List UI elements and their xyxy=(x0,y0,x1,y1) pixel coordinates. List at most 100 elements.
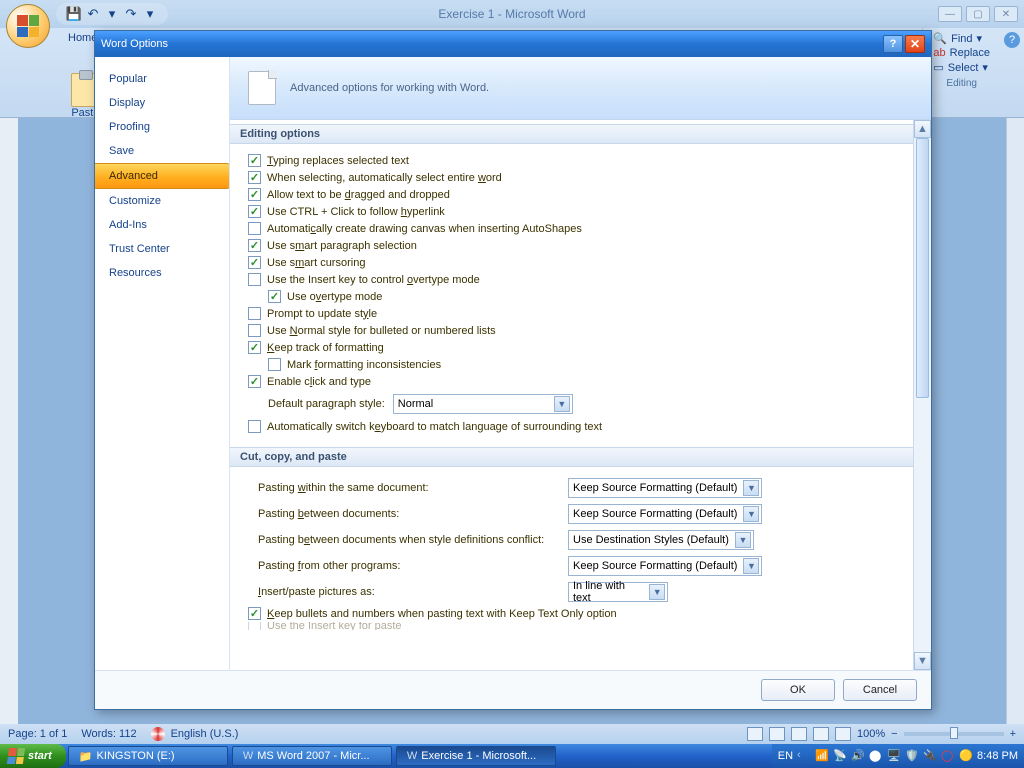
status-page[interactable]: Page: 1 of 1 xyxy=(8,728,67,740)
tray-antivirus-icon[interactable]: ◯ xyxy=(941,749,955,763)
chevron-down-icon: ▼ xyxy=(735,532,751,548)
chk-mark-format[interactable] xyxy=(268,358,281,371)
chk-insert-overtype[interactable] xyxy=(248,273,261,286)
view-web-layout[interactable] xyxy=(791,727,807,741)
chk-drag-drop[interactable] xyxy=(248,188,261,201)
content-heading: Advanced options for working with Word. xyxy=(290,82,489,94)
task-exercise[interactable]: WExercise 1 - Microsoft... xyxy=(396,746,556,766)
qat-dropdown-icon[interactable]: ▾ xyxy=(104,6,120,22)
combo-paste-conflict[interactable]: Use Destination Styles (Default)▼ xyxy=(568,530,754,550)
zoom-in-button[interactable]: + xyxy=(1010,728,1016,740)
vertical-scrollbar[interactable] xyxy=(1006,118,1024,724)
lbl-auto-select-word: When selecting, automatically select ent… xyxy=(267,172,502,184)
replace-icon: ab xyxy=(933,47,945,59)
view-draft[interactable] xyxy=(835,727,851,741)
nav-display[interactable]: Display xyxy=(95,91,229,115)
zoom-out-button[interactable]: − xyxy=(891,728,897,740)
dialog-help-button[interactable]: ? xyxy=(883,35,903,53)
chk-prompt-style[interactable] xyxy=(248,307,261,320)
page-icon xyxy=(248,71,276,105)
status-words[interactable]: Words: 112 xyxy=(81,728,136,740)
nav-trust[interactable]: Trust Center xyxy=(95,237,229,261)
tray-chevron-icon[interactable]: ‹ xyxy=(797,749,811,763)
ribbon-help-icon[interactable]: ? xyxy=(1004,32,1020,48)
chk-click-type[interactable] xyxy=(248,375,261,388)
tray-clock[interactable]: 8:48 PM xyxy=(977,750,1018,762)
start-button[interactable]: start xyxy=(0,744,66,768)
redo-icon[interactable]: ↷ xyxy=(123,6,139,22)
view-full-screen[interactable] xyxy=(769,727,785,741)
chk-auto-canvas[interactable] xyxy=(248,222,261,235)
tray-app2-icon[interactable]: 🖥️ xyxy=(887,749,901,763)
tray-volume-icon[interactable]: 🔊 xyxy=(851,749,865,763)
select-icon: ▭ xyxy=(933,61,943,74)
zoom-slider[interactable] xyxy=(904,732,1004,736)
nav-resources[interactable]: Resources xyxy=(95,261,229,285)
view-print-layout[interactable] xyxy=(747,727,763,741)
tray-shield-icon[interactable]: 🛡️ xyxy=(905,749,919,763)
editing-group-label: Editing xyxy=(933,78,990,89)
zoom-level[interactable]: 100% xyxy=(857,728,885,740)
scroll-down-button[interactable]: ▼ xyxy=(914,652,931,670)
qat-customize-icon[interactable]: ▾ xyxy=(142,6,158,22)
lang-indicator[interactable]: EN xyxy=(778,750,793,762)
maximize-button[interactable]: ▢ xyxy=(966,6,990,22)
save-icon[interactable]: 💾 xyxy=(66,6,82,22)
nav-popular[interactable]: Popular xyxy=(95,67,229,91)
dialog-scrollbar[interactable]: ▲ ▼ xyxy=(913,120,931,670)
status-bar: Page: 1 of 1 Words: 112 English (U.S.) 1… xyxy=(0,724,1024,744)
lbl-auto-canvas: Automatically create drawing canvas when… xyxy=(267,223,582,235)
tray-usb-icon[interactable]: 🔌 xyxy=(923,749,937,763)
nav-save[interactable]: Save xyxy=(95,139,229,163)
tray-network-icon[interactable]: 📶 xyxy=(815,749,829,763)
chk-auto-select-word[interactable] xyxy=(248,171,261,184)
combo-paste-within[interactable]: Keep Source Formatting (Default)▼ xyxy=(568,478,762,498)
chk-typing-replaces[interactable] xyxy=(248,154,261,167)
task-kingston[interactable]: 📁KINGSTON (E:) xyxy=(68,746,228,766)
nav-addins[interactable]: Add-Ins xyxy=(95,213,229,237)
chk-smart-para[interactable] xyxy=(248,239,261,252)
cancel-button[interactable]: Cancel xyxy=(843,679,917,701)
lbl-keep-bullets: Keep bullets and numbers when pasting te… xyxy=(267,608,617,620)
combo-paste-other[interactable]: Keep Source Formatting (Default)▼ xyxy=(568,556,762,576)
chevron-down-icon: ▼ xyxy=(743,558,759,574)
view-outline[interactable] xyxy=(813,727,829,741)
nav-advanced[interactable]: Advanced xyxy=(95,163,230,189)
minimize-button[interactable]: — xyxy=(938,6,962,22)
scroll-up-button[interactable]: ▲ xyxy=(914,120,931,138)
scroll-thumb[interactable] xyxy=(916,138,929,398)
replace-button[interactable]: abReplace xyxy=(933,47,990,59)
scroll-track[interactable] xyxy=(914,138,931,652)
find-button[interactable]: 🔍Find▾ xyxy=(933,32,990,45)
tray-app1-icon[interactable]: ⬤ xyxy=(869,749,883,763)
chk-insert-paste[interactable] xyxy=(248,622,261,630)
lbl-prompt-style: Prompt to update style xyxy=(267,308,377,320)
chk-smart-cursor[interactable] xyxy=(248,256,261,269)
chk-track-format[interactable] xyxy=(248,341,261,354)
chk-ctrl-click[interactable] xyxy=(248,205,261,218)
dialog-titlebar: Word Options ? ✕ xyxy=(95,31,931,57)
combo-default-style[interactable]: Normal▼ xyxy=(393,394,573,414)
word-icon: W xyxy=(407,750,417,762)
undo-icon[interactable]: ↶ xyxy=(85,6,101,22)
select-button[interactable]: ▭Select▾ xyxy=(933,61,990,74)
combo-paste-between[interactable]: Keep Source Formatting (Default)▼ xyxy=(568,504,762,524)
chk-auto-keyboard[interactable] xyxy=(248,420,261,433)
chevron-down-icon: ▼ xyxy=(743,480,759,496)
office-button[interactable] xyxy=(6,4,50,48)
combo-insert-pictures[interactable]: In line with text▼ xyxy=(568,582,668,602)
nav-proofing[interactable]: Proofing xyxy=(95,115,229,139)
dialog-close-button[interactable]: ✕ xyxy=(905,35,925,53)
chk-normal-bullets[interactable] xyxy=(248,324,261,337)
task-msword[interactable]: WMS Word 2007 - Micr... xyxy=(232,746,392,766)
tray-updates-icon[interactable]: 🟡 xyxy=(959,749,973,763)
chk-overtype[interactable] xyxy=(268,290,281,303)
chk-keep-bullets[interactable] xyxy=(248,607,261,620)
status-lang[interactable]: English (U.S.) xyxy=(171,728,239,740)
close-button[interactable]: ✕ xyxy=(994,6,1018,22)
proofing-icon[interactable] xyxy=(151,727,165,741)
zoom-thumb[interactable] xyxy=(950,727,958,739)
ok-button[interactable]: OK xyxy=(761,679,835,701)
tray-wifi-icon[interactable]: 📡 xyxy=(833,749,847,763)
nav-customize[interactable]: Customize xyxy=(95,189,229,213)
